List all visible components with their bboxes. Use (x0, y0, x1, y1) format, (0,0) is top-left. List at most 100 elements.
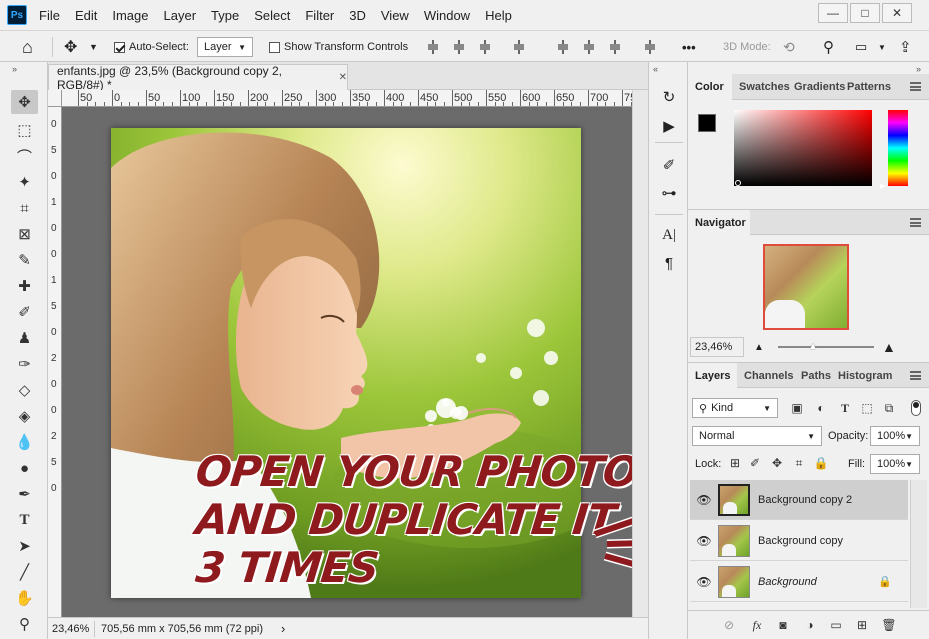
color-picker-field[interactable] (734, 110, 872, 186)
zoom-out-icon[interactable]: ▲ (754, 342, 764, 353)
visibility-eye-icon[interactable]: 👁 (690, 493, 718, 507)
navigator-zoom-field[interactable]: 23,46% (690, 337, 744, 357)
adjustments-icon[interactable]: ⊶ (658, 182, 680, 204)
menu-type[interactable]: Type (211, 8, 239, 23)
paint-bucket-tool-icon[interactable]: ◈ (11, 404, 38, 428)
zoom-level[interactable]: 23,46% (48, 623, 94, 635)
group-icon[interactable]: ▭ (827, 616, 845, 634)
document-tab[interactable]: enfants.jpg @ 23,5% (Background copy 2, … (48, 64, 348, 92)
actions-play-icon[interactable]: ▶ (658, 115, 680, 137)
history-icon[interactable]: ↻ (658, 86, 680, 108)
path-selection-tool-icon[interactable]: ➤ (11, 534, 38, 558)
history-brush-tool-icon[interactable]: ✑ (11, 352, 38, 376)
auto-select-checkbox[interactable]: Auto-Select: (114, 31, 189, 63)
layer-row-background-copy[interactable]: 👁 Background copy (690, 521, 908, 561)
layer-name[interactable]: Background (758, 576, 817, 588)
lock-icon[interactable]: 🔒 (878, 575, 892, 588)
tab-color[interactable]: Color (688, 74, 732, 100)
new-layer-icon[interactable]: ⊞ (853, 616, 871, 634)
menu-file[interactable]: File (39, 8, 60, 23)
3d-rotate-icon[interactable]: ⟲ (783, 31, 795, 63)
menu-layer[interactable]: Layer (164, 8, 197, 23)
menu-select[interactable]: Select (254, 8, 290, 23)
checkbox-checked-icon[interactable] (114, 41, 125, 53)
search-icon[interactable]: ⚲ (823, 31, 834, 63)
paragraph-icon[interactable]: ¶ (658, 252, 680, 274)
distribute-spacing-icon[interactable] (643, 31, 657, 63)
hue-slider[interactable] (888, 110, 908, 186)
move-tool-icon[interactable]: ✥ (11, 90, 38, 114)
distribute-icon[interactable] (608, 31, 622, 63)
menu-window[interactable]: Window (424, 8, 470, 23)
eyedropper-tool-icon[interactable]: ✎ (11, 248, 38, 272)
vertical-scrollbar[interactable] (632, 90, 648, 617)
menu-filter[interactable]: Filter (305, 8, 334, 23)
lock-position-icon[interactable]: ✥ (768, 454, 786, 472)
link-icon[interactable]: ⊘ (720, 616, 738, 634)
lock-artboard-icon[interactable]: ⌗ (790, 454, 808, 472)
layer-name[interactable]: Background copy (758, 535, 843, 547)
checkbox-unchecked-icon[interactable] (269, 41, 280, 53)
collapse-icon[interactable]: » (916, 64, 921, 74)
hue-slider-handle-icon[interactable]: ▶ (880, 182, 885, 190)
lock-all-icon[interactable]: 🔒 (812, 454, 830, 472)
line-tool-icon[interactable]: ╱ (11, 560, 38, 584)
filter-adjustment-icon[interactable]: ◐ (812, 399, 830, 417)
zoom-in-icon[interactable]: ▲ (882, 339, 896, 355)
auto-select-target-dropdown[interactable]: Layer ▼ (197, 31, 253, 63)
tab-histogram[interactable]: Histogram (831, 363, 893, 389)
menu-image[interactable]: Image (112, 8, 148, 23)
menu-help[interactable]: Help (485, 8, 512, 23)
align-left-icon[interactable] (426, 31, 440, 63)
collapse-icon[interactable]: » (12, 64, 17, 74)
layers-scrollbar[interactable] (910, 480, 927, 608)
close-window-button[interactable]: ✕ (882, 3, 912, 23)
menu-3d[interactable]: 3D (349, 8, 366, 23)
tab-layers[interactable]: Layers (688, 363, 737, 389)
minimize-button[interactable]: — (818, 3, 848, 23)
panel-menu-icon[interactable] (910, 371, 921, 380)
restore-button[interactable]: □ (850, 3, 880, 23)
chevron-down-icon[interactable]: ▼ (89, 31, 98, 63)
pen-tool-icon[interactable]: ✒ (11, 482, 38, 506)
home-icon[interactable]: ⌂ (22, 31, 33, 63)
layer-row-background[interactable]: 👁 Background 🔒 (690, 562, 908, 602)
crop-tool-icon[interactable]: ⌗ (11, 196, 38, 220)
blur-tool-icon[interactable]: 💧 (11, 430, 38, 454)
navigator-zoom-slider[interactable] (778, 346, 874, 348)
fx-icon[interactable]: fx (748, 616, 766, 634)
frame-tool-icon[interactable]: ⊠ (11, 222, 38, 246)
close-icon[interactable]: ✕ (339, 72, 347, 83)
more-options-button[interactable]: ••• (682, 31, 696, 63)
zoom-tool-icon[interactable]: ⚲ (11, 612, 38, 636)
lock-transparent-icon[interactable]: ⊞ (726, 454, 744, 472)
color-picker-cursor[interactable] (735, 180, 741, 186)
filter-smart-object-icon[interactable]: ⧉ (880, 399, 898, 417)
layer-filter-dropdown[interactable]: ⚲ Kind ▼ (692, 398, 778, 418)
move-tool-icon[interactable]: ✥ (64, 31, 77, 63)
collapse-icon[interactable]: « (653, 64, 658, 74)
share-icon[interactable]: ⇪ (899, 31, 912, 63)
adjustment-icon[interactable]: ◑ (801, 616, 819, 634)
show-transform-checkbox[interactable]: Show Transform Controls (269, 31, 408, 63)
opacity-field[interactable]: 100% ▼ (870, 426, 920, 446)
tab-swatches[interactable]: Swatches (732, 74, 790, 100)
brush-settings-icon[interactable]: ✐ (658, 154, 680, 176)
filter-toggle[interactable] (911, 400, 921, 416)
character-icon[interactable]: A| (658, 224, 680, 246)
fill-field[interactable]: 100% ▼ (870, 454, 920, 474)
brush-tool-icon[interactable]: ✐ (11, 300, 38, 324)
hand-tool-icon[interactable]: ✋ (11, 586, 38, 610)
eraser-tool-icon[interactable]: ◇ (11, 378, 38, 402)
healing-brush-tool-icon[interactable]: ✚ (11, 274, 38, 298)
lasso-tool-icon[interactable]: ⌒ (11, 144, 38, 168)
filter-shape-icon[interactable]: ⬚ (858, 399, 876, 417)
align-center-icon[interactable] (452, 31, 466, 63)
menu-view[interactable]: View (381, 8, 409, 23)
lock-image-icon[interactable]: ✐ (746, 454, 764, 472)
filter-type-icon[interactable]: T (836, 399, 854, 417)
align-right-icon[interactable] (478, 31, 492, 63)
align-top-icon[interactable] (512, 31, 526, 63)
clone-stamp-tool-icon[interactable]: ♟ (11, 326, 38, 350)
tab-gradients[interactable]: Gradients (787, 74, 845, 100)
